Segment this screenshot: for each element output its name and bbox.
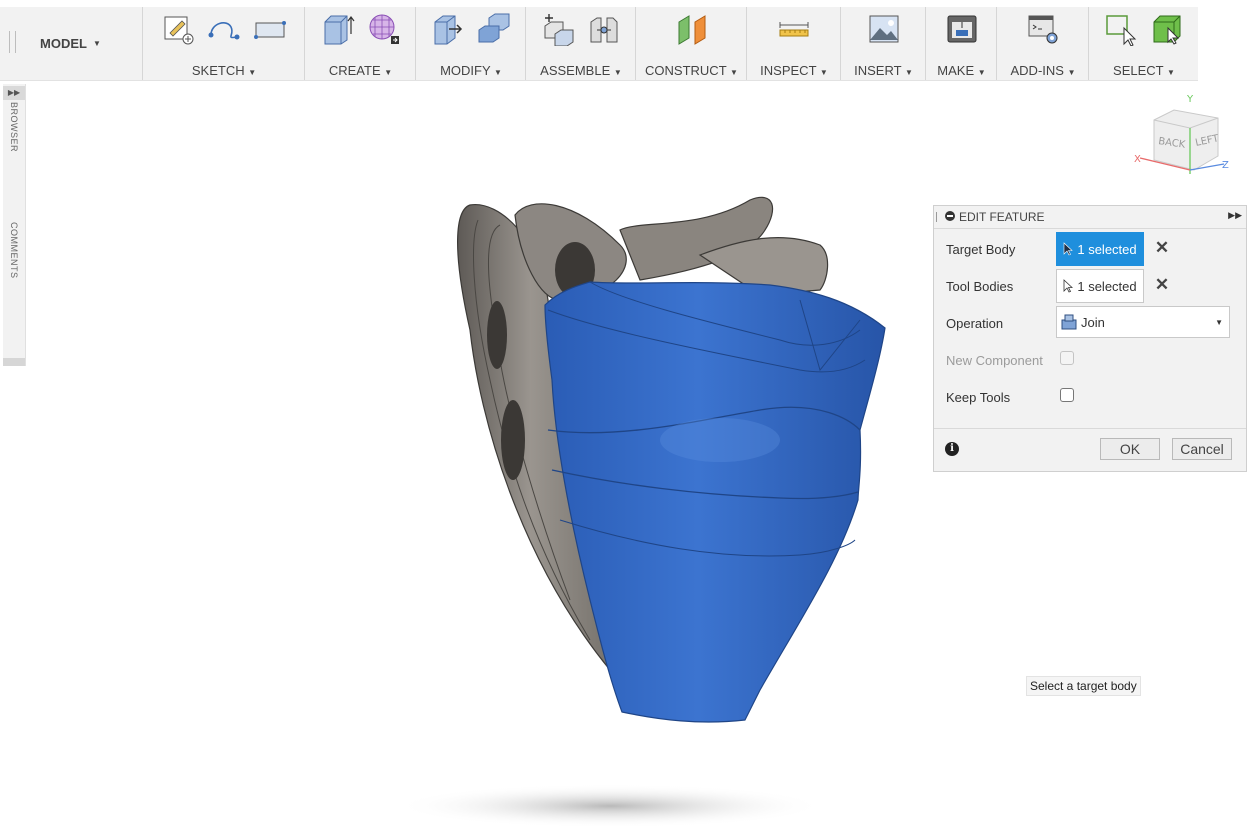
spline-icon[interactable] (206, 11, 242, 47)
keep-tools-label: Keep Tools (946, 390, 1011, 405)
insert-menu[interactable]: INSERT ▼ (841, 63, 926, 78)
make-menu[interactable]: MAKE ▼ (926, 63, 997, 78)
inspect-menu[interactable]: INSPECT ▼ (747, 63, 841, 78)
edit-feature-dialog: EDIT FEATURE ▶▶ Target Body 1 selected ✕… (933, 205, 1247, 472)
operation-label: Operation (946, 316, 1004, 331)
join-icon (1061, 314, 1077, 330)
scripts-addins-icon[interactable] (1025, 11, 1061, 47)
cursor-arrow-icon (1064, 242, 1074, 256)
clear-target-body-icon[interactable]: ✕ (1154, 238, 1170, 258)
model-shadow (395, 784, 825, 828)
select-cursor-icon[interactable] (1103, 11, 1139, 47)
toolbar-grip[interactable] (9, 31, 16, 53)
viewcube[interactable]: BACK LEFT X Y Z (1132, 92, 1232, 182)
tool-bodies-value: 1 selected (1077, 278, 1137, 294)
make-group: MAKE ▼ (925, 7, 997, 80)
inspect-group: INSPECT ▼ (746, 7, 841, 80)
info-icon[interactable]: i (945, 442, 959, 456)
toolbar: MODEL ▼ SKETCH ▼ CREATE ▼ MODIFY ▼ ASSEM… (0, 7, 1198, 81)
assemble-menu[interactable]: ASSEMBLE ▼ (526, 63, 636, 78)
drag-handle[interactable] (936, 212, 937, 222)
offset-plane-icon[interactable] (674, 11, 710, 47)
new-component-checkbox (1060, 351, 1074, 365)
extrude-icon[interactable] (320, 11, 356, 47)
target-body-label: Target Body (946, 242, 1016, 257)
target-body-row: Target Body 1 selected ✕ (946, 232, 1236, 268)
status-tooltip: Select a target body (1026, 676, 1141, 696)
cancel-button[interactable]: Cancel (1172, 438, 1232, 460)
tool-bodies-selector[interactable]: 1 selected (1056, 269, 1144, 303)
addins-group: ADD-INS ▼ (996, 7, 1089, 80)
modify-menu[interactable]: MODIFY ▼ (416, 63, 526, 78)
keep-tools-row: Keep Tools (946, 380, 1236, 416)
insert-image-icon[interactable] (866, 11, 902, 47)
form-icon[interactable] (366, 11, 402, 47)
cursor-arrow-icon (1063, 279, 1074, 293)
axis-y-label: Y (1186, 94, 1194, 105)
operation-value: Join (1081, 314, 1105, 330)
tool-bodies-label: Tool Bodies (946, 279, 1014, 294)
select-group: SELECT ▼ (1088, 7, 1199, 80)
workspace-selector[interactable]: MODEL ▼ (40, 33, 101, 53)
3d-print-icon[interactable] (944, 11, 980, 47)
chevron-down-icon: ▼ (1215, 318, 1223, 327)
dialog-header[interactable]: EDIT FEATURE ▶▶ (934, 206, 1246, 229)
new-component-label: New Component (946, 353, 1043, 368)
sketch-create-icon[interactable] (160, 11, 196, 47)
axis-z-label: Z (1222, 160, 1229, 171)
collapse-icon[interactable] (945, 211, 955, 221)
blue-body[interactable] (544, 281, 886, 723)
axis-x-label: X (1134, 154, 1141, 165)
measure-icon[interactable] (776, 11, 812, 47)
press-pull-icon[interactable] (430, 11, 466, 47)
select-menu[interactable]: SELECT ▼ (1089, 63, 1199, 78)
operation-dropdown[interactable]: Join ▼ (1056, 306, 1230, 338)
dialog-title: EDIT FEATURE (959, 210, 1045, 224)
keep-tools-checkbox[interactable] (1060, 388, 1074, 402)
target-body-selector[interactable]: 1 selected (1056, 232, 1144, 266)
construct-group: CONSTRUCT ▼ (635, 7, 747, 80)
chevron-down-icon: ▼ (92, 38, 101, 48)
tool-bodies-row: Tool Bodies 1 selected ✕ (946, 269, 1236, 305)
insert-group: INSERT ▼ (840, 7, 926, 80)
create-menu[interactable]: CREATE ▼ (305, 63, 416, 78)
ok-button[interactable]: OK (1100, 438, 1160, 460)
modify-group: MODIFY ▼ (415, 7, 526, 80)
expand-dialog-icon[interactable]: ▶▶ (1228, 210, 1242, 221)
sketch-menu[interactable]: SKETCH ▼ (143, 63, 305, 78)
clear-tool-bodies-icon[interactable]: ✕ (1154, 275, 1170, 295)
select-box-icon[interactable] (1149, 11, 1185, 47)
assemble-group: ASSEMBLE ▼ (525, 7, 636, 80)
create-group: CREATE ▼ (304, 7, 416, 80)
sketch-group: SKETCH ▼ (142, 7, 305, 80)
target-body-value: 1 selected (1077, 241, 1137, 257)
construct-menu[interactable]: CONSTRUCT ▼ (636, 63, 747, 78)
new-component-row: New Component (946, 343, 1236, 379)
combine-icon[interactable] (476, 11, 512, 47)
new-component-icon[interactable] (540, 11, 576, 47)
rectangle-icon[interactable] (252, 11, 288, 47)
operation-row: Operation Join ▼ (946, 306, 1236, 342)
joint-icon[interactable] (586, 11, 622, 47)
addins-menu[interactable]: ADD-INS ▼ (997, 63, 1089, 78)
dialog-divider (934, 428, 1246, 429)
workspace-label: MODEL (40, 35, 87, 51)
